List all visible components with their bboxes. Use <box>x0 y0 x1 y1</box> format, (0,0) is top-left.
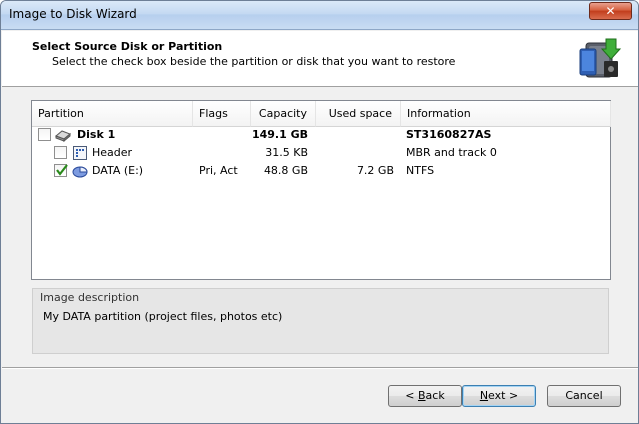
image-description-label: Image description <box>40 291 140 304</box>
partition-name: Header <box>92 146 133 159</box>
back-button-label: ack <box>425 389 445 402</box>
partition-used-space: 7.2 GB <box>356 164 394 177</box>
column-header-capacity[interactable]: Capacity <box>251 101 316 127</box>
back-button-prefix: < <box>405 389 418 402</box>
page-subtitle: Select the check box beside the partitio… <box>52 55 456 68</box>
image-description-group: Image description My DATA partition (pro… <box>32 288 609 354</box>
partition-name: DATA (E:) <box>92 164 144 177</box>
partition-flags: Pri, Act <box>199 164 238 177</box>
partition-information: MBR and track 0 <box>406 146 497 159</box>
next-button-accelerator: N <box>479 389 489 402</box>
column-header-partition[interactable]: Partition <box>32 101 193 127</box>
partition-list[interactable]: Partition Flags Capacity Used space Info… <box>31 100 611 280</box>
page-title: Select Source Disk or Partition <box>32 40 223 53</box>
hard-disk-icon <box>55 130 71 143</box>
back-button[interactable]: < Back <box>388 385 462 407</box>
partition-name: Disk 1 <box>77 128 116 141</box>
image-description-text: My DATA partition (project files, photos… <box>43 310 283 323</box>
partition-pie-icon <box>72 166 88 178</box>
header-grid-icon <box>73 146 87 160</box>
wizard-header: Select Source Disk or Partition Select t… <box>2 31 638 87</box>
table-row[interactable]: Disk 1 149.1 GB ST3160827AS <box>32 126 610 144</box>
partition-information: ST3160827AS <box>406 128 492 141</box>
close-icon: ✕ <box>605 4 616 18</box>
back-button-accelerator: B <box>418 389 426 402</box>
column-header-used-space[interactable]: Used space <box>316 101 401 127</box>
row-checkbox[interactable] <box>54 164 68 177</box>
row-checkbox[interactable] <box>38 128 51 141</box>
partition-information: NTFS <box>406 164 435 177</box>
button-separator <box>2 367 638 369</box>
disk-restore-icon <box>579 38 622 78</box>
column-header-flags[interactable]: Flags <box>193 101 251 127</box>
wizard-window: Image to Disk Wizard ✕ Select Source Dis… <box>0 0 639 424</box>
partition-capacity: 48.8 GB <box>263 164 308 177</box>
partition-used-space <box>316 128 394 142</box>
next-button-label: ext > <box>488 389 519 402</box>
cancel-button[interactable]: Cancel <box>547 385 621 407</box>
partition-used-space <box>316 146 394 160</box>
window-title: Image to Disk Wizard <box>9 7 137 21</box>
column-header-information[interactable]: Information <box>401 101 611 127</box>
partition-capacity: 149.1 GB <box>251 128 308 141</box>
cancel-button-label: Cancel <box>565 389 603 402</box>
partition-capacity: 31.5 KB <box>265 146 308 159</box>
checkmark-icon <box>56 164 68 176</box>
close-button[interactable]: ✕ <box>589 2 632 20</box>
title-bar: Image to Disk Wizard ✕ <box>1 1 638 30</box>
table-row[interactable]: DATA (E:) Pri, Act 48.8 GB 7.2 GB NTFS <box>32 162 610 180</box>
table-row[interactable]: Header 31.5 KB MBR and track 0 <box>32 144 610 162</box>
row-checkbox[interactable] <box>54 146 67 159</box>
next-button[interactable]: Next > <box>462 385 536 407</box>
